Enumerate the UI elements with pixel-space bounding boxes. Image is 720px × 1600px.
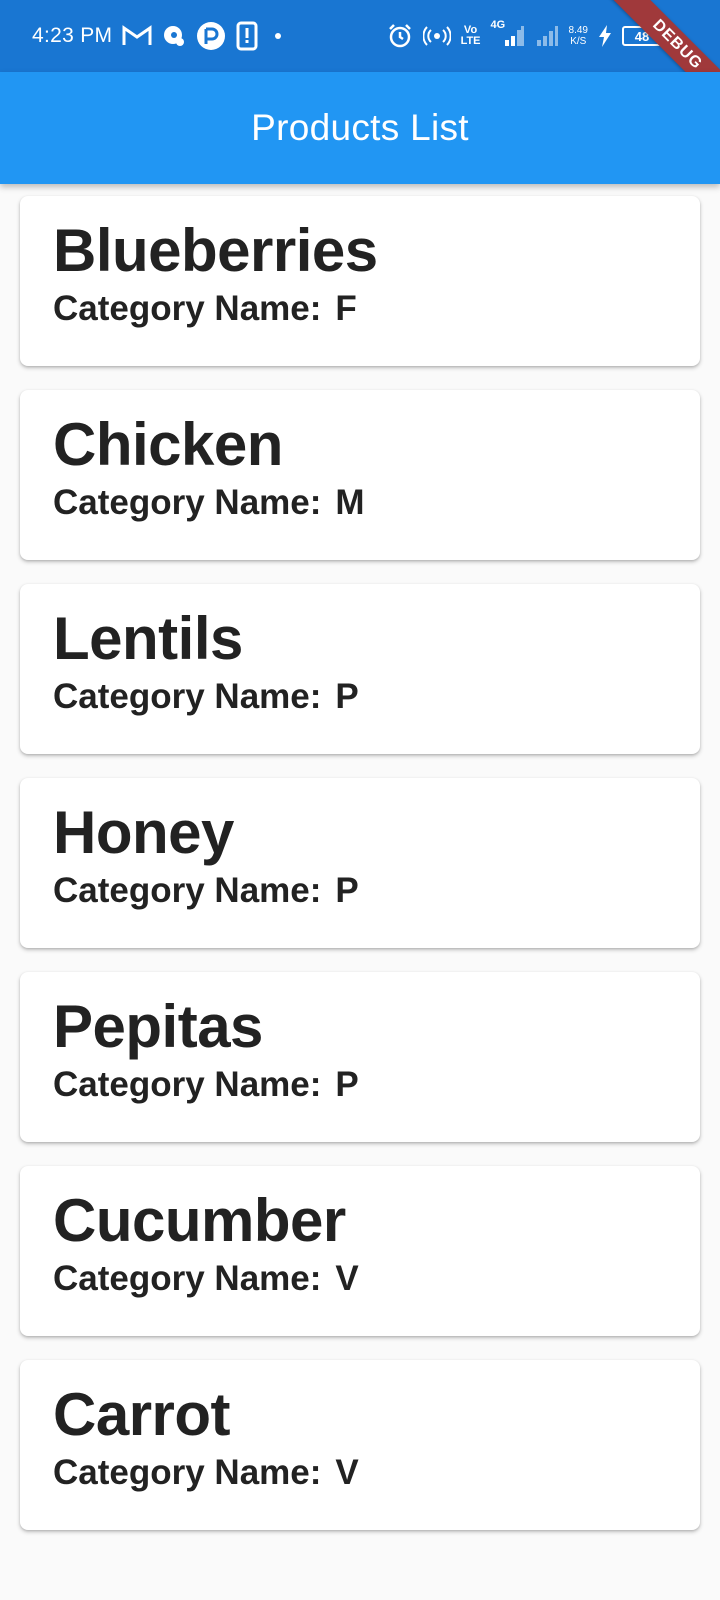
category-value: M	[335, 483, 365, 522]
product-name: Cucumber	[53, 1187, 346, 1254]
category-row: Category Name: M	[53, 480, 700, 526]
category-value: V	[335, 1259, 359, 1298]
product-name: Chicken	[53, 411, 283, 478]
app-bar: Products List	[0, 72, 720, 184]
category-label: Category Name:	[53, 1453, 322, 1492]
category-row: Category Name: F	[53, 286, 700, 332]
category-label: Category Name:	[53, 1259, 322, 1298]
product-card[interactable]: Cucumber Category Name: V	[20, 1166, 700, 1336]
hotspot-icon	[422, 25, 451, 47]
category-label: Category Name:	[53, 677, 322, 716]
category-value: P	[335, 677, 359, 716]
category-label: Category Name:	[53, 483, 322, 522]
product-card[interactable]: Lentils Category Name: P	[20, 584, 700, 754]
product-card[interactable]: Carrot Category Name: V	[20, 1360, 700, 1530]
product-name: Blueberries	[53, 217, 378, 284]
product-card[interactable]: Chicken Category Name: M	[20, 390, 700, 560]
product-name: Honey	[53, 799, 234, 866]
category-value: V	[335, 1453, 359, 1492]
product-name: Lentils	[53, 605, 243, 672]
category-label: Category Name:	[53, 871, 322, 910]
dot-icon	[268, 31, 288, 41]
category-row: Category Name: P	[53, 674, 700, 720]
product-card[interactable]: Honey Category Name: P	[20, 778, 700, 948]
page-title: Products List	[251, 107, 469, 148]
category-value: P	[335, 871, 359, 910]
product-name: Carrot	[53, 1381, 231, 1448]
phone-icon	[236, 21, 258, 51]
category-label: Category Name:	[53, 1065, 322, 1104]
category-row: Category Name: V	[53, 1256, 700, 1302]
signal-icon	[535, 24, 559, 48]
chat-icon	[162, 24, 186, 48]
volte-indicator: Vo LTE	[460, 24, 481, 47]
battery-icon: 48	[622, 26, 665, 46]
charging-icon	[598, 25, 612, 47]
signal-icon: 4G	[491, 20, 525, 48]
network-speed: 8.49 K/S	[568, 25, 588, 47]
app-icon	[196, 21, 226, 51]
product-card[interactable]: Blueberries Category Name: F	[20, 196, 700, 366]
category-row: Category Name: V	[53, 1450, 700, 1496]
alarm-icon	[387, 23, 413, 49]
category-label: Category Name:	[53, 289, 322, 328]
category-value: F	[335, 289, 357, 328]
category-row: Category Name: P	[53, 868, 700, 914]
battery-level: 48	[634, 28, 650, 44]
product-name: Pepitas	[53, 993, 263, 1060]
status-bar: 4:23 PM Vo LTE 4G 8.49 K/S 48	[0, 0, 720, 72]
gmail-icon	[122, 25, 152, 47]
product-list[interactable]: Blueberries Category Name: F Chicken Cate…	[20, 196, 700, 1554]
category-value: P	[335, 1065, 359, 1104]
status-time: 4:23 PM	[32, 24, 113, 47]
product-card[interactable]: Pepitas Category Name: P	[20, 972, 700, 1142]
category-row: Category Name: P	[53, 1062, 700, 1108]
